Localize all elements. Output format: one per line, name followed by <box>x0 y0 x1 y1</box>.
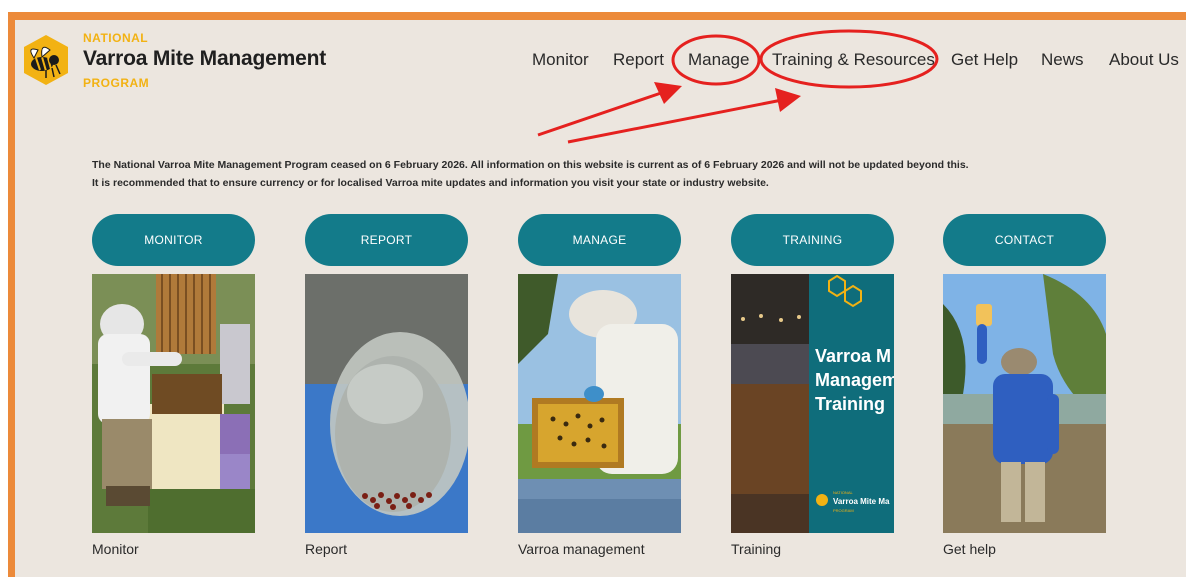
nav-training-resources[interactable]: Training & Resources <box>772 50 935 70</box>
report-caption[interactable]: Report <box>305 541 347 557</box>
notice-line-2: It is recommended that to ensure currenc… <box>92 177 769 189</box>
nav-news[interactable]: News <box>1041 50 1084 70</box>
frame-border-top <box>8 12 1186 20</box>
nav-get-help[interactable]: Get Help <box>951 50 1018 70</box>
banner-logo-bottom: PROGRAM <box>833 508 854 513</box>
brand-name[interactable]: Varroa Mite Management <box>83 47 326 71</box>
monitor-caption[interactable]: Monitor <box>92 541 139 557</box>
banner-logo-top: NATIONAL <box>833 490 853 495</box>
report-photo[interactable] <box>305 274 468 533</box>
training-caption[interactable]: Training <box>731 541 781 557</box>
brand-national: NATIONAL <box>83 31 149 45</box>
closure-notice: The National Varroa Mite Management Prog… <box>92 156 969 192</box>
nav-about-us[interactable]: About Us <box>1109 50 1179 70</box>
monitor-button[interactable]: MONITOR <box>92 214 255 266</box>
monitor-photo[interactable] <box>92 274 255 533</box>
training-photo[interactable]: Varroa M Managem Training NATIONAL Varro… <box>731 274 894 533</box>
frame-border-left <box>8 12 15 577</box>
banner-line-1: Varroa M <box>815 346 891 366</box>
manage-photo[interactable] <box>518 274 681 533</box>
banner-logo-name: Varroa Mite Ma <box>833 497 890 506</box>
manage-caption[interactable]: Varroa management <box>518 541 645 557</box>
contact-photo[interactable] <box>943 274 1106 533</box>
contact-button[interactable]: CONTACT <box>943 214 1106 266</box>
brand-program: PROGRAM <box>83 76 150 90</box>
banner-line-2: Managem <box>815 370 894 390</box>
contact-caption[interactable]: Get help <box>943 541 996 557</box>
training-button[interactable]: TRAINING <box>731 214 894 266</box>
bee-logo-icon[interactable] <box>20 32 72 88</box>
nav-manage[interactable]: Manage <box>688 50 749 70</box>
notice-line-1: The National Varroa Mite Management Prog… <box>92 159 969 171</box>
manage-button[interactable]: MANAGE <box>518 214 681 266</box>
report-button[interactable]: REPORT <box>305 214 468 266</box>
nav-monitor[interactable]: Monitor <box>532 50 589 70</box>
banner-line-3: Training <box>815 394 885 414</box>
browser-frame: NATIONAL Varroa Mite Management PROGRAM … <box>0 0 1186 577</box>
nav-report[interactable]: Report <box>613 50 664 70</box>
